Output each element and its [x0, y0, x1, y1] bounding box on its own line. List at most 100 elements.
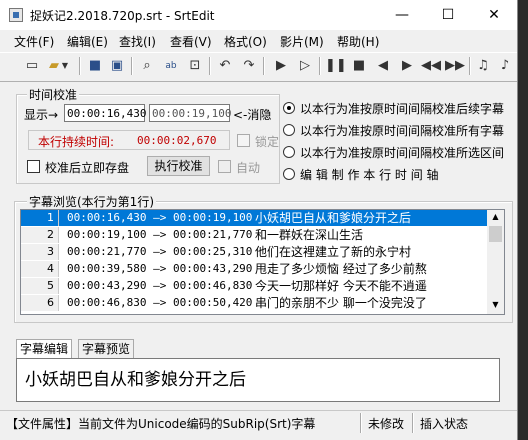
save-icon[interactable]: ■ — [85, 56, 105, 76]
app-icon — [9, 8, 23, 22]
subtitle-editor[interactable]: 小妖胡巴自从和爹娘分开之后 — [16, 358, 500, 402]
toolbar-separator — [319, 57, 321, 75]
play-icon[interactable]: ▶ — [271, 56, 291, 76]
radio-calibrate-all[interactable] — [283, 124, 295, 136]
row-number: 5 — [21, 278, 59, 294]
radio-calibrate-following[interactable] — [283, 102, 295, 114]
table-row[interactable]: 6 00:00:46,830 —> 00:00:50,420 串门的亲朋不少 聊… — [21, 295, 487, 311]
row-times: 00:00:19,100 —> 00:00:21,770 — [67, 228, 253, 241]
settings-note-icon[interactable]: ♪ — [495, 56, 515, 76]
row-number: 3 — [21, 244, 59, 260]
redo-icon[interactable]: ↷ — [239, 56, 259, 76]
window-title: 捉妖记2.2018.720p.srt - SrtEdit — [30, 9, 215, 23]
maximize-button[interactable]: ☐ — [425, 0, 471, 30]
status-separator — [360, 413, 362, 433]
next-icon[interactable]: ▶ — [397, 56, 417, 76]
fast-forward-icon[interactable]: ▶▶ — [445, 56, 465, 76]
insert-mode-status: 插入状态 — [420, 417, 469, 431]
row-times: 00:00:21,770 —> 00:00:25,310 — [67, 245, 253, 258]
radio-calibrate-selection[interactable] — [283, 146, 295, 158]
toolbar-separator — [79, 57, 81, 75]
title-bar: 捉妖记2.2018.720p.srt - SrtEdit — ☐ ✕ — [0, 0, 517, 30]
row-text: 串门的亲朋不少 聊一个没完没了 — [255, 296, 427, 310]
duration-value: 00:00:02,670 — [137, 134, 217, 147]
row-text: 和一群妖在深山生活 — [255, 228, 364, 242]
lock-label: 锁定 — [255, 135, 280, 149]
subtitle-list[interactable]: 1 00:00:16,430 —> 00:00:19,100 小妖胡巴自从和爹娘… — [20, 209, 505, 315]
menu-view[interactable]: 查看(V) — [170, 33, 212, 50]
row-times: 00:00:43,290 —> 00:00:46,830 — [67, 279, 253, 292]
cancel-label[interactable]: <-消隐 — [233, 106, 271, 123]
row-times: 00:00:39,580 —> 00:00:43,290 — [67, 262, 253, 275]
menu-bar: 文件(F) 编辑(E) 查找(I) 查看(V) 格式(O) 影片(M) 帮助(H… — [0, 30, 517, 52]
menu-format[interactable]: 格式(O) — [224, 33, 267, 50]
option-calibrate-following: 以本行为准按原时间间隔校准后续字幕 — [300, 102, 505, 116]
table-row[interactable]: 1 00:00:16,430 —> 00:00:19,100 小妖胡巴自从和爹娘… — [21, 210, 487, 226]
row-number: 2 — [21, 227, 59, 243]
radio-edit-timeline[interactable] — [283, 168, 295, 180]
replace-icon[interactable]: ab — [161, 56, 181, 76]
rewind-icon[interactable]: ◀◀ — [421, 56, 441, 76]
find-icon[interactable]: ⌕ — [137, 56, 157, 76]
prev-icon[interactable]: ◀ — [373, 56, 393, 76]
row-times: 00:00:16,430 —> 00:00:19,100 — [67, 211, 253, 224]
row-text: 甩走了多少烦恼 经过了多少前熬 — [255, 262, 427, 276]
save-after-checkbox[interactable] — [27, 160, 40, 173]
undo-icon[interactable]: ↶ — [215, 56, 235, 76]
start-time-field[interactable]: 00:00:16,430 — [64, 104, 146, 122]
execute-calibration-button[interactable]: 执行校准 — [147, 156, 210, 176]
table-row[interactable]: 2 00:00:19,100 —> 00:00:21,770 和一群妖在深山生活 — [21, 227, 487, 243]
row-number: 4 — [21, 261, 59, 277]
lock-checkbox[interactable] — [237, 134, 250, 147]
menu-file[interactable]: 文件(F) — [14, 33, 54, 50]
minimize-button[interactable]: — — [379, 0, 425, 30]
subtitle-browser-label: 字幕浏览(本行为第1行) — [27, 193, 156, 210]
end-time-field[interactable]: 00:00:19,100 — [149, 104, 231, 122]
time-calibration-label: 时间校准 — [27, 86, 80, 103]
table-row[interactable]: 3 00:00:21,770 —> 00:00:25,310 他们在这裡建立了新… — [21, 244, 487, 260]
close-button[interactable]: ✕ — [471, 0, 517, 30]
status-separator — [412, 413, 414, 433]
option-calibrate-all: 以本行为准按原时间间隔校准所有字幕 — [300, 124, 505, 138]
tab-subtitle-edit[interactable]: 字幕编辑 — [16, 339, 73, 359]
new-file-icon[interactable]: ▭ — [22, 56, 42, 76]
table-row[interactable]: 4 00:00:39,580 —> 00:00:43,290 甩走了多少烦恼 经… — [21, 261, 487, 277]
display-label: 显示→ — [24, 108, 59, 122]
pause-icon[interactable]: ❚❚ — [325, 56, 347, 76]
row-text: 今天一切那样好 今天不能不逍遥 — [255, 279, 427, 293]
row-number: 1 — [21, 210, 59, 226]
tab-subtitle-preview[interactable]: 字幕预览 — [78, 339, 135, 359]
menu-movie[interactable]: 影片(M) — [280, 33, 324, 50]
row-text: 小妖胡巴自从和爹娘分开之后 — [255, 211, 412, 225]
find-next-icon[interactable]: ⊡ — [185, 56, 205, 76]
scroll-down-icon[interactable]: ▼ — [487, 298, 504, 312]
status-bar: 【文件属性】当前文件为Unicode编码的SubRip(Srt)字幕 未修改 插… — [0, 410, 517, 435]
main-window: 捉妖记2.2018.720p.srt - SrtEdit — ☐ ✕ 文件(F)… — [0, 0, 518, 440]
step-play-icon[interactable]: ▷ — [295, 56, 315, 76]
save-all-icon[interactable]: ▣ — [107, 56, 127, 76]
auto-checkbox[interactable] — [218, 160, 231, 173]
toolbar-separator — [131, 57, 133, 75]
option-calibrate-selection: 以本行为准按原时间间隔校准所选区间 — [300, 146, 505, 160]
menu-help[interactable]: 帮助(H) — [337, 33, 379, 50]
list-scrollbar[interactable]: ▲ ▼ — [487, 210, 504, 314]
row-text: 他们在这裡建立了新的永宁村 — [255, 245, 412, 259]
menu-find[interactable]: 查找(I) — [119, 33, 156, 50]
scroll-thumb[interactable] — [489, 226, 502, 242]
table-row[interactable]: 5 00:00:43,290 —> 00:00:46,830 今天一切那样好 今… — [21, 278, 487, 294]
toolbar-separator — [209, 57, 211, 75]
toolbar-separator — [469, 57, 471, 75]
row-times: 00:00:46,830 —> 00:00:50,420 — [67, 296, 253, 309]
toolbar: ▭ ▰ ▼ ■ ▣ ⌕ ab ⊡ ↶ ↷ ▶ ▷ ❚❚ ■ ◀ ▶ ◀◀ ▶▶ … — [0, 52, 517, 82]
option-edit-timeline: 编 辑 制 作 本 行 时 间 轴 — [300, 168, 439, 182]
background-video — [517, 0, 528, 440]
note-icon[interactable]: ♫ — [473, 56, 493, 76]
scroll-up-icon[interactable]: ▲ — [487, 210, 504, 224]
open-dropdown-icon[interactable]: ▼ — [60, 56, 70, 76]
row-number: 6 — [21, 295, 59, 311]
file-info-status: 【文件属性】当前文件为Unicode编码的SubRip(Srt)字幕 — [6, 417, 316, 431]
menu-edit[interactable]: 编辑(E) — [67, 33, 108, 50]
duration-label: 本行持续时间: — [38, 135, 115, 149]
stop-icon[interactable]: ■ — [349, 56, 369, 76]
modified-status: 未修改 — [368, 417, 405, 431]
